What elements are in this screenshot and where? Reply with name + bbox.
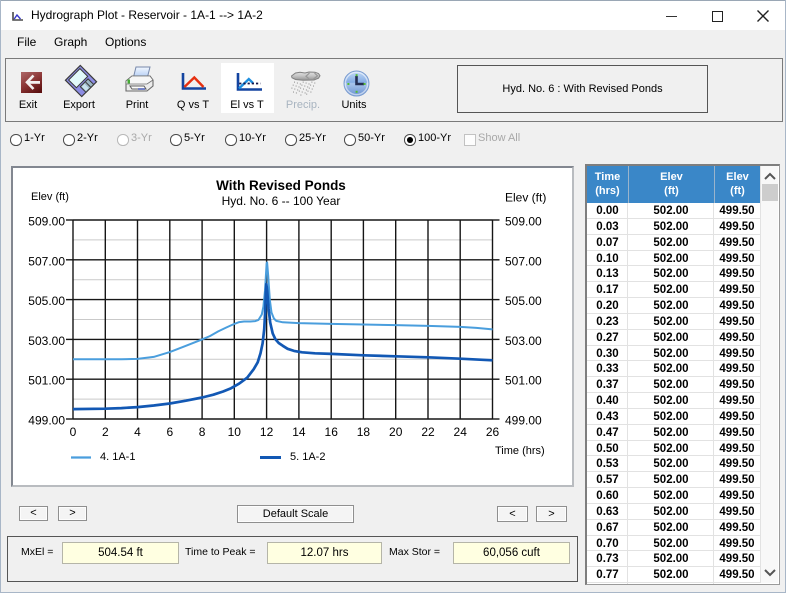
svg-text:4. 1A-1: 4. 1A-1 — [100, 451, 135, 463]
svg-text:Elev (ft): Elev (ft) — [505, 191, 546, 205]
svg-text:26: 26 — [486, 425, 500, 439]
svg-text:Elev (ft): Elev (ft) — [31, 191, 69, 203]
svg-text:20: 20 — [389, 425, 403, 439]
svg-text:6: 6 — [166, 425, 173, 439]
svg-text:22: 22 — [421, 425, 435, 439]
svg-text:507.00: 507.00 — [28, 254, 65, 268]
svg-text:5. 1A-2: 5. 1A-2 — [290, 451, 325, 463]
svg-text:509.00: 509.00 — [505, 215, 542, 229]
svg-text:501.00: 501.00 — [505, 374, 542, 388]
svg-text:505.00: 505.00 — [505, 294, 542, 308]
svg-text:0: 0 — [70, 425, 77, 439]
svg-text:18: 18 — [357, 425, 371, 439]
svg-text:Time (hrs): Time (hrs) — [495, 445, 545, 457]
svg-text:16: 16 — [325, 425, 339, 439]
svg-text:14: 14 — [292, 425, 306, 439]
svg-text:501.00: 501.00 — [28, 374, 65, 388]
svg-text:505.00: 505.00 — [28, 294, 65, 308]
svg-text:2: 2 — [102, 425, 109, 439]
svg-text:10: 10 — [228, 425, 242, 439]
svg-text:Hyd. No. 6 -- 100 Year: Hyd. No. 6 -- 100 Year — [222, 194, 341, 208]
svg-text:503.00: 503.00 — [505, 334, 542, 348]
svg-text:499.00: 499.00 — [28, 414, 65, 428]
svg-text:With Revised Ponds: With Revised Ponds — [216, 178, 346, 193]
svg-text:12: 12 — [260, 425, 274, 439]
svg-text:8: 8 — [199, 425, 206, 439]
svg-text:4: 4 — [134, 425, 141, 439]
svg-text:499.00: 499.00 — [505, 414, 542, 428]
svg-text:503.00: 503.00 — [28, 334, 65, 348]
svg-text:509.00: 509.00 — [28, 215, 65, 229]
svg-text:507.00: 507.00 — [505, 254, 542, 268]
svg-text:24: 24 — [454, 425, 468, 439]
